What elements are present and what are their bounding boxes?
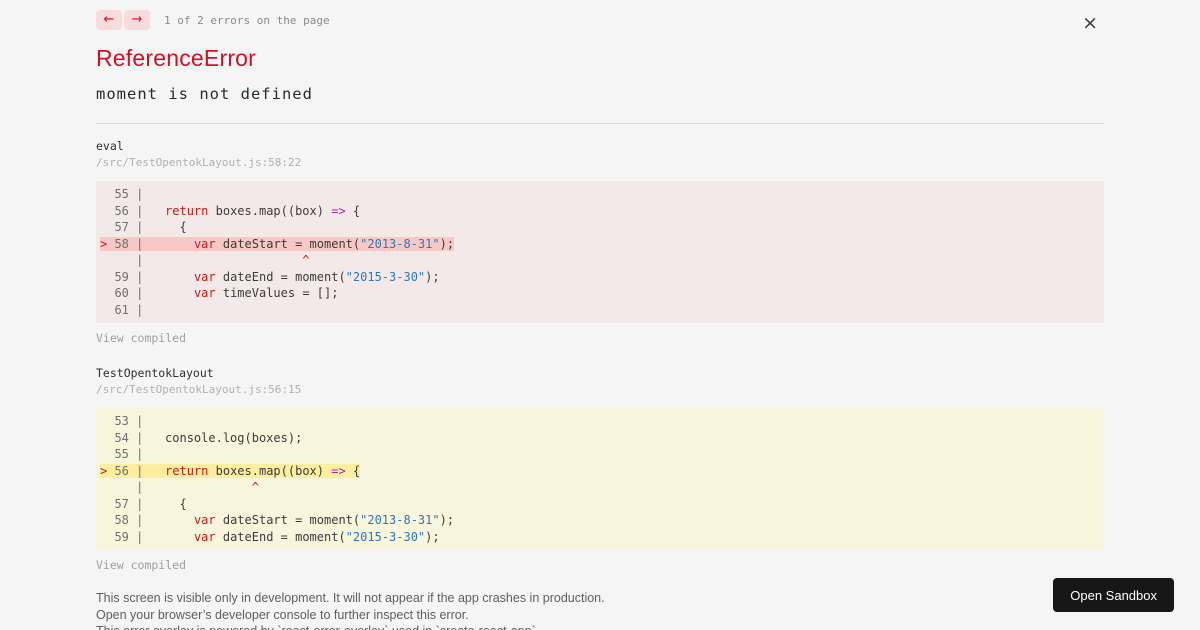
footer-note: This screen is visible only in developme… bbox=[96, 590, 1104, 607]
code-line: 55 | bbox=[100, 446, 1100, 463]
code-line: > 56 | return boxes.map((box) => { bbox=[100, 463, 1100, 480]
frame-function-name: eval bbox=[96, 139, 1104, 153]
code-line: 55 | bbox=[100, 186, 1100, 203]
arrow-left-icon: ← bbox=[104, 12, 115, 27]
close-button[interactable]: × bbox=[1082, 14, 1098, 33]
error-type-title: ReferenceError bbox=[96, 45, 1104, 72]
open-sandbox-button[interactable]: Open Sandbox bbox=[1053, 578, 1174, 612]
code-line: 54 | console.log(boxes); bbox=[100, 430, 1100, 447]
frame-function-name: TestOpentokLayout bbox=[96, 366, 1104, 380]
error-overlay: ← → 1 of 2 errors on the page × Referenc… bbox=[0, 0, 1200, 630]
code-line: 60 | var timeValues = []; bbox=[100, 285, 1100, 302]
code-line: | ^ bbox=[100, 252, 1100, 269]
frame-file-location: /src/TestOpentokLayout.js:58:22 bbox=[96, 156, 1104, 169]
code-block-red: 55 | 56 | return boxes.map((box) => { 57… bbox=[96, 181, 1104, 323]
stack-frame-eval: eval /src/TestOpentokLayout.js:58:22 55 … bbox=[96, 139, 1104, 347]
code-block-yellow: 53 | 54 | console.log(boxes); 55 |> 56 |… bbox=[96, 408, 1104, 550]
code-line: 59 | var dateEnd = moment("2015-3-30"); bbox=[100, 529, 1100, 546]
view-compiled-link[interactable]: View compiled bbox=[96, 558, 186, 572]
code-line: 57 | { bbox=[100, 496, 1100, 513]
footer-note: This error overlay is powered by `react-… bbox=[96, 623, 1104, 630]
error-counter: 1 of 2 errors on the page bbox=[164, 14, 330, 27]
footer-notes: This screen is visible only in developme… bbox=[96, 590, 1104, 630]
close-icon: × bbox=[1082, 12, 1098, 34]
divider bbox=[96, 123, 1104, 124]
view-compiled-link[interactable]: View compiled bbox=[96, 331, 186, 345]
code-line: 53 | bbox=[100, 413, 1100, 430]
next-error-button[interactable]: → bbox=[124, 10, 150, 30]
error-message: moment is not defined bbox=[96, 85, 1104, 103]
frame-file-location: /src/TestOpentokLayout.js:56:15 bbox=[96, 383, 1104, 396]
code-line: 59 | var dateEnd = moment("2015-3-30"); bbox=[100, 269, 1100, 286]
stack-frame-testopentoklayout: TestOpentokLayout /src/TestOpentokLayout… bbox=[96, 366, 1104, 574]
code-line: > 58 | var dateStart = moment("2013-8-31… bbox=[100, 236, 1100, 253]
footer-note: Open your browser’s developer console to… bbox=[96, 607, 1104, 624]
error-nav-buttons: ← → bbox=[96, 10, 150, 30]
previous-error-button[interactable]: ← bbox=[96, 10, 122, 30]
code-line: 61 | bbox=[100, 302, 1100, 319]
error-navigation-bar: ← → 1 of 2 errors on the page × bbox=[96, 10, 1104, 30]
arrow-right-icon: → bbox=[132, 12, 143, 27]
code-line: 57 | { bbox=[100, 219, 1100, 236]
code-line: 58 | var dateStart = moment("2013-8-31")… bbox=[100, 512, 1100, 529]
code-line: | ^ bbox=[100, 479, 1100, 496]
code-line: 56 | return boxes.map((box) => { bbox=[100, 203, 1100, 220]
